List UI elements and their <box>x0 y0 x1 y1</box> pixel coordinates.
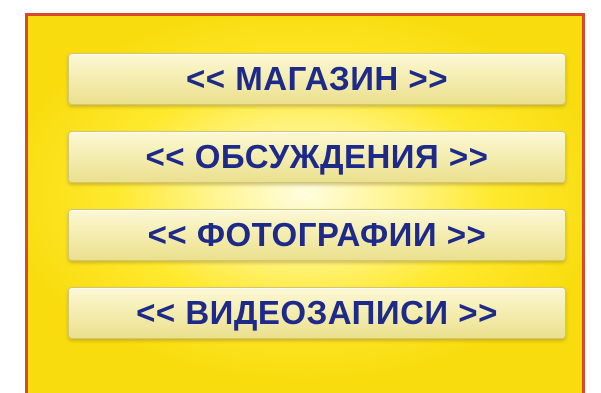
discussions-button-label: << ОБСУЖДЕНИЯ >> <box>145 138 489 175</box>
videos-button[interactable]: << ВИДЕОЗАПИСИ >> <box>68 287 566 339</box>
menu-list: << МАГАЗИН >> << ОБСУЖДЕНИЯ >> << ФОТОГР… <box>28 16 582 393</box>
shop-button[interactable]: << МАГАЗИН >> <box>68 53 566 105</box>
discussions-button[interactable]: << ОБСУЖДЕНИЯ >> <box>68 131 566 183</box>
photos-button-label: << ФОТОГРАФИИ >> <box>147 216 487 253</box>
photos-button[interactable]: << ФОТОГРАФИИ >> <box>68 209 566 261</box>
videos-button-label: << ВИДЕОЗАПИСИ >> <box>136 294 498 331</box>
shop-button-label: << МАГАЗИН >> <box>186 60 448 97</box>
menu-panel: << МАГАЗИН >> << ОБСУЖДЕНИЯ >> << ФОТОГР… <box>25 13 585 393</box>
